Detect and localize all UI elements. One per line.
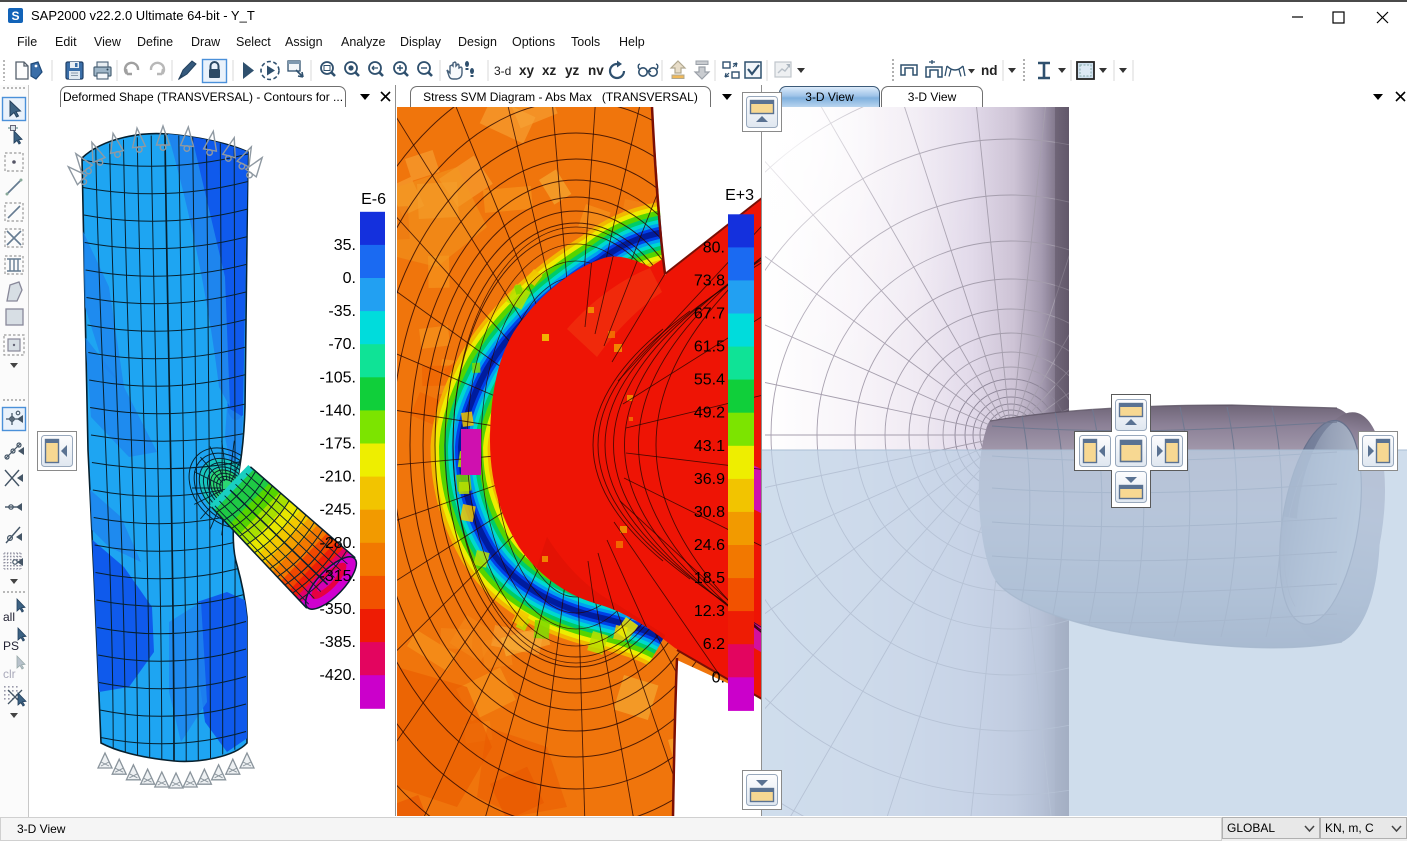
svg-text:-35.: -35. [328, 303, 356, 320]
svg-text:0.: 0. [343, 270, 356, 287]
svg-text:S: S [11, 9, 19, 23]
svg-text:-315.: -315. [320, 568, 356, 585]
svg-text:-350.: -350. [320, 601, 356, 618]
svg-text:nd: nd [981, 63, 998, 78]
svg-text:12.3: 12.3 [694, 603, 725, 620]
svg-text:36.9: 36.9 [694, 471, 725, 488]
svg-text:55.4: 55.4 [694, 372, 725, 389]
svg-text:yz: yz [565, 63, 580, 78]
svg-text:35.: 35. [334, 237, 356, 254]
svg-text:3-d: 3-d [494, 64, 511, 78]
svg-text:-420.: -420. [320, 667, 356, 684]
svg-text:all: all [3, 610, 15, 624]
svg-text:xz: xz [542, 63, 557, 78]
svg-text:PS: PS [3, 639, 19, 653]
svg-text:24.6: 24.6 [694, 537, 725, 554]
svg-text:-280.: -280. [320, 535, 356, 552]
svg-text:30.8: 30.8 [694, 504, 725, 521]
svg-text:nv: nv [588, 63, 604, 78]
svg-text:61.5: 61.5 [694, 339, 725, 356]
svg-text:E+3: E+3 [725, 187, 754, 204]
svg-text:-175.: -175. [320, 436, 356, 453]
svg-text:E-6: E-6 [361, 191, 386, 208]
svg-text:-70.: -70. [328, 336, 356, 353]
svg-text:clr: clr [3, 667, 16, 681]
svg-text:80.: 80. [703, 239, 725, 256]
svg-text:67.7: 67.7 [694, 306, 725, 323]
svg-text:73.8: 73.8 [694, 272, 725, 289]
svg-text:xy: xy [519, 63, 535, 78]
svg-text:43.1: 43.1 [694, 438, 725, 455]
svg-text:-140.: -140. [320, 402, 356, 419]
svg-text:0.: 0. [712, 669, 725, 686]
svg-text:-210.: -210. [320, 469, 356, 486]
svg-text:-385.: -385. [320, 634, 356, 651]
svg-text:6.2: 6.2 [703, 636, 725, 653]
svg-text:18.5: 18.5 [694, 570, 725, 587]
svg-text:-105.: -105. [320, 369, 356, 386]
svg-text:-245.: -245. [320, 502, 356, 519]
svg-text:49.2: 49.2 [694, 405, 725, 422]
